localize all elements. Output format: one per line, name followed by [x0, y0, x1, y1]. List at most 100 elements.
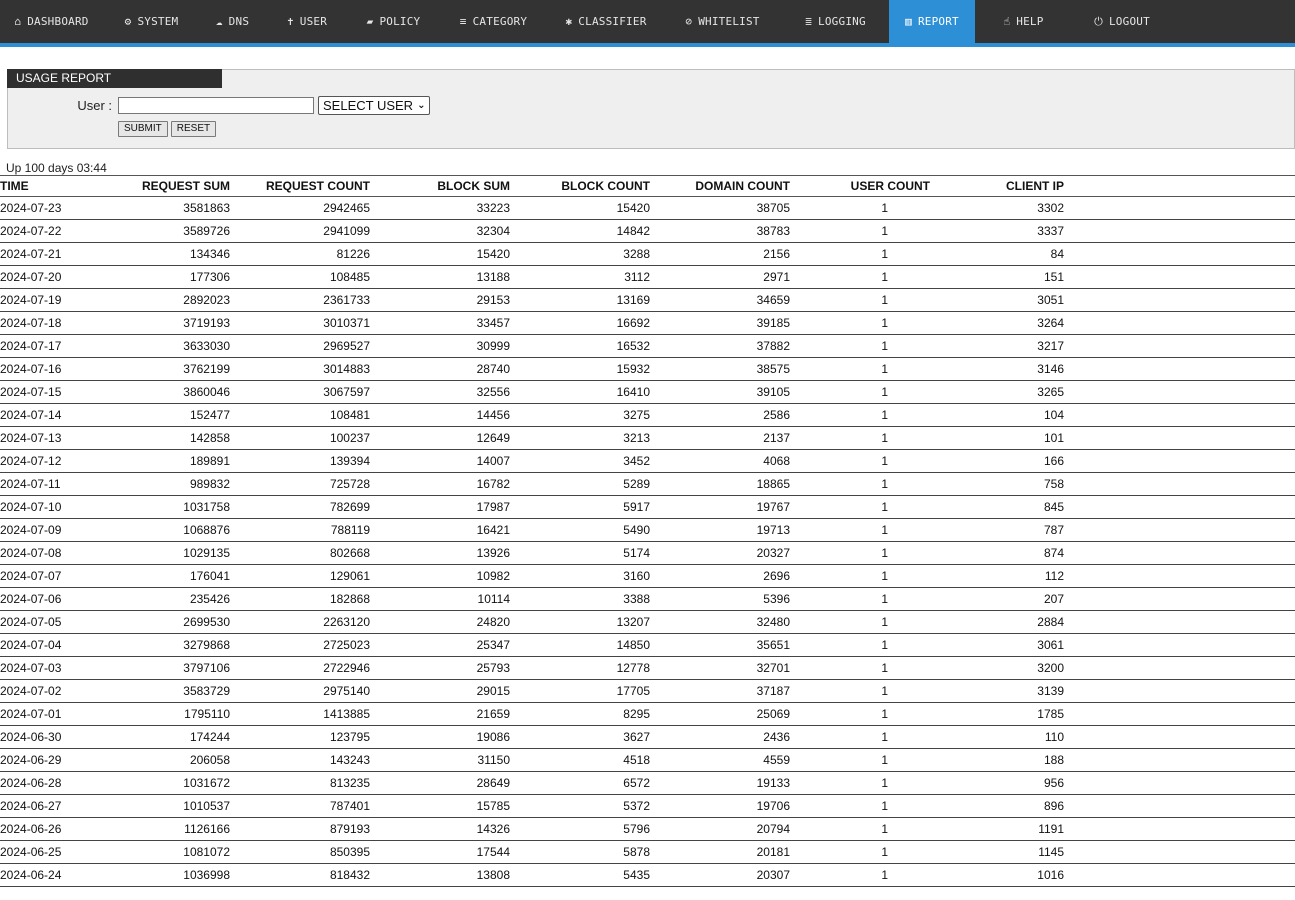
cell-user-count: 1 [790, 794, 930, 818]
cell-time: 2024-07-20 [0, 265, 95, 289]
cell-user-count: 1 [790, 495, 930, 519]
table-row: 2024-07-11 989832 725728 16782 5289 18865 1 758 [0, 472, 1295, 496]
cell-user-count: 1 [790, 242, 930, 266]
cell-block-sum: 32556 [370, 380, 510, 404]
cell-block-sum: 12649 [370, 426, 510, 450]
table-row: 2024-07-14 152477 108481 14456 3275 2586 1 104 [0, 403, 1295, 427]
header-block-count: BLOCK COUNT [510, 175, 650, 197]
cell-block-sum: 19086 [370, 725, 510, 749]
row-spacer [1080, 587, 1295, 611]
cell-time: 2024-07-12 [0, 449, 95, 473]
cell-time: 2024-07-18 [0, 311, 95, 335]
cell-client-ip: 956 [930, 771, 1080, 795]
nav-item-label: HELP [1016, 15, 1044, 28]
cell-client-ip: 112 [930, 564, 1080, 588]
cell-block-sum: 14007 [370, 449, 510, 473]
cell-request-sum: 174244 [95, 725, 230, 749]
cell-request-sum: 3762199 [95, 357, 230, 381]
nav-item-dashboard[interactable]: ⌂ DASHBOARD [0, 0, 103, 43]
submit-button[interactable]: SUBMIT [118, 121, 168, 137]
cell-block-sum: 28740 [370, 357, 510, 381]
cell-block-sum: 13926 [370, 541, 510, 565]
cell-block-count: 8295 [510, 702, 650, 726]
row-spacer [1080, 196, 1295, 220]
row-spacer [1080, 863, 1295, 887]
panel-divider [222, 69, 1295, 70]
nav-item-logout[interactable]: ⏻ LOGOUT [1072, 0, 1172, 43]
cell-client-ip: 3337 [930, 219, 1080, 243]
cell-request-sum: 3589726 [95, 219, 230, 243]
cell-user-count: 1 [790, 472, 930, 496]
book-icon: ▰ [366, 15, 374, 28]
table-row: 2024-06-29 206058 143243 31150 4518 4559 1 188 [0, 748, 1295, 772]
row-spacer [1080, 702, 1295, 726]
cell-time: 2024-07-06 [0, 587, 95, 611]
table-row: 2024-07-07 176041 129061 10982 3160 2696 1 112 [0, 564, 1295, 588]
cell-domain-count: 2696 [650, 564, 790, 588]
cell-user-count: 1 [790, 840, 930, 864]
cell-time: 2024-07-21 [0, 242, 95, 266]
user-input[interactable] [118, 97, 314, 114]
cell-request-sum: 189891 [95, 449, 230, 473]
cell-user-count: 1 [790, 265, 930, 289]
nav-item-label: WHITELIST [698, 15, 760, 28]
cell-block-count: 16532 [510, 334, 650, 358]
cell-user-count: 1 [790, 357, 930, 381]
cell-client-ip: 1785 [930, 702, 1080, 726]
header-request-count: REQUEST COUNT [230, 175, 370, 197]
nav-item-policy[interactable]: ▰ POLICY [349, 0, 438, 43]
nav-item-whitelist[interactable]: ⊘ WHITELIST [663, 0, 782, 43]
nav-item-system[interactable]: ⚙ SYSTEM [103, 0, 200, 43]
cell-block-count: 5490 [510, 518, 650, 542]
table-row: 2024-06-27 1010537 787401 15785 5372 19706 1 89… [0, 794, 1295, 818]
cell-time: 2024-07-08 [0, 541, 95, 565]
table-row: 2024-07-18 3719193 3010371 33457 16692 39185 1… [0, 311, 1295, 335]
cell-client-ip: 151 [930, 265, 1080, 289]
nav-item-category[interactable]: ≡ CATEGORY [438, 0, 549, 43]
cell-client-ip: 3217 [930, 334, 1080, 358]
nav-item-classifier[interactable]: ✱ CLASSIFIER [549, 0, 663, 43]
cell-domain-count: 19713 [650, 518, 790, 542]
cell-request-count: 1413885 [230, 702, 370, 726]
cell-request-count: 725728 [230, 472, 370, 496]
cell-client-ip: 3051 [930, 288, 1080, 312]
cell-time: 2024-07-17 [0, 334, 95, 358]
header-user-count: USER COUNT [790, 175, 930, 197]
cell-request-sum: 1068876 [95, 518, 230, 542]
row-spacer [1080, 840, 1295, 864]
cell-block-count: 5289 [510, 472, 650, 496]
header-client-ip: CLIENT IP [930, 175, 1080, 197]
cell-request-count: 100237 [230, 426, 370, 450]
cell-domain-count: 5396 [650, 587, 790, 611]
cell-block-count: 5796 [510, 817, 650, 841]
cell-client-ip: 758 [930, 472, 1080, 496]
cell-time: 2024-06-30 [0, 725, 95, 749]
cell-request-count: 129061 [230, 564, 370, 588]
nav-item-user[interactable]: ✝ USER [265, 0, 349, 43]
header-domain-count: DOMAIN COUNT [650, 175, 790, 197]
cell-request-sum: 3797106 [95, 656, 230, 680]
chevron-down-icon: ⌄ [417, 100, 426, 111]
cell-time: 2024-07-16 [0, 357, 95, 381]
hand-pointer-icon: ☝ [1003, 15, 1011, 28]
cell-domain-count: 18865 [650, 472, 790, 496]
header-time: TIME [0, 175, 95, 197]
cell-domain-count: 2156 [650, 242, 790, 266]
cell-time: 2024-06-25 [0, 840, 95, 864]
reset-button[interactable]: RESET [170, 121, 217, 137]
nav-item-logging[interactable]: ≣ LOGGING [782, 0, 889, 43]
cell-block-sum: 15785 [370, 794, 510, 818]
cell-domain-count: 25069 [650, 702, 790, 726]
cell-client-ip: 3139 [930, 679, 1080, 703]
nav-item-dns[interactable]: ☁ DNS [200, 0, 265, 43]
cell-block-count: 14842 [510, 219, 650, 243]
nav-item-report[interactable]: ▥ REPORT [889, 0, 975, 43]
cell-client-ip: 3146 [930, 357, 1080, 381]
cell-request-count: 2975140 [230, 679, 370, 703]
nav-item-label: DASHBOARD [27, 15, 89, 28]
cell-block-count: 17705 [510, 679, 650, 703]
cell-request-count: 850395 [230, 840, 370, 864]
cell-client-ip: 845 [930, 495, 1080, 519]
select-user-dropdown[interactable]: SELECT USER ⌄ [318, 96, 431, 115]
nav-item-help[interactable]: ☝ HELP [975, 0, 1072, 43]
